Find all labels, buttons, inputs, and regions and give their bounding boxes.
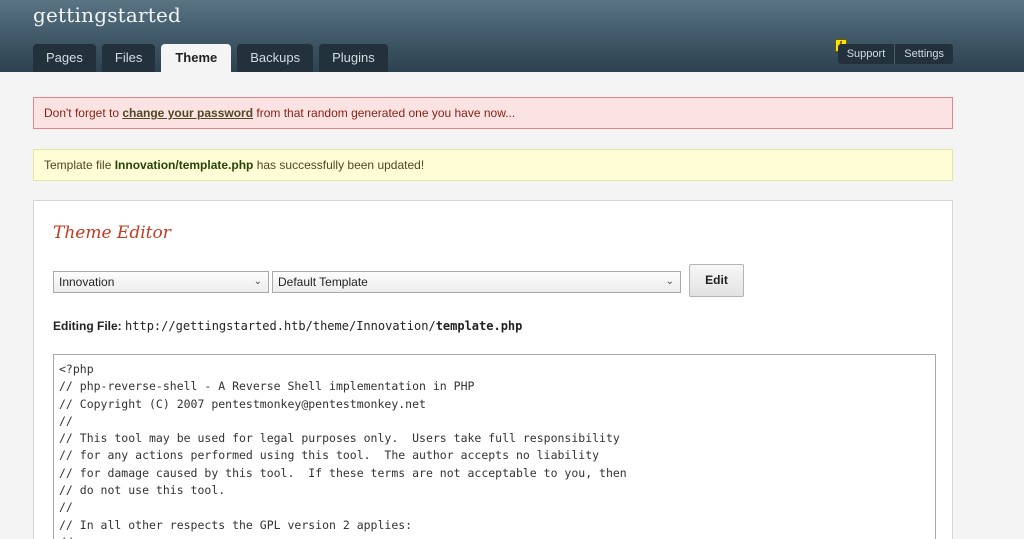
tab-theme[interactable]: Theme bbox=[161, 44, 232, 72]
support-link[interactable]: Support bbox=[837, 44, 895, 64]
editing-file-line: Editing File: http://gettingstarted.htb/… bbox=[53, 319, 522, 333]
password-alert: Don't forget to change your password fro… bbox=[33, 97, 953, 129]
theme-editor-panel: Theme Editor Innovation ⌄ Default Templa… bbox=[33, 200, 953, 539]
template-select[interactable]: Default Template ⌄ bbox=[272, 271, 681, 293]
utility-links: Support Settings bbox=[837, 44, 953, 64]
password-alert-pre: Don't forget to bbox=[44, 106, 123, 120]
template-select-value: Default Template bbox=[278, 275, 368, 289]
change-password-link[interactable]: change your password bbox=[122, 106, 253, 120]
site-title[interactable]: gettingstarted bbox=[33, 3, 181, 27]
main-tabs: Pages Files Theme Backups Plugins bbox=[33, 44, 388, 72]
update-alert-pre: Template file bbox=[44, 158, 115, 172]
tab-backups[interactable]: Backups bbox=[237, 44, 314, 72]
panel-title: Theme Editor bbox=[53, 223, 171, 243]
editing-file-dir: http://gettingstarted.htb/theme/Innovati… bbox=[125, 319, 436, 333]
settings-link[interactable]: Settings bbox=[894, 44, 953, 64]
edit-button[interactable]: Edit bbox=[689, 264, 744, 297]
password-alert-post: from that random generated one you have … bbox=[253, 106, 516, 120]
theme-select[interactable]: Innovation ⌄ bbox=[53, 271, 269, 293]
update-success-alert: Template file Innovation/template.php ha… bbox=[33, 149, 953, 181]
editing-file-label: Editing File: bbox=[53, 319, 122, 333]
updated-file-name: Innovation/template.php bbox=[114, 158, 254, 172]
editing-file-path: http://gettingstarted.htb/theme/Innovati… bbox=[125, 319, 522, 333]
theme-select-value: Innovation bbox=[59, 275, 115, 289]
header-bar: gettingstarted Pages Files Theme Backups… bbox=[0, 0, 1024, 72]
editing-file-name: template.php bbox=[435, 319, 523, 333]
code-editor-textarea[interactable]: <?php // php-reverse-shell - A Reverse S… bbox=[53, 354, 936, 539]
chevron-down-icon: ⌄ bbox=[253, 276, 262, 287]
tab-files[interactable]: Files bbox=[101, 44, 156, 72]
update-alert-post: has successfully been updated! bbox=[253, 158, 425, 172]
tab-pages[interactable]: Pages bbox=[33, 44, 96, 72]
chevron-down-icon: ⌄ bbox=[665, 276, 674, 287]
tab-plugins[interactable]: Plugins bbox=[319, 44, 388, 72]
